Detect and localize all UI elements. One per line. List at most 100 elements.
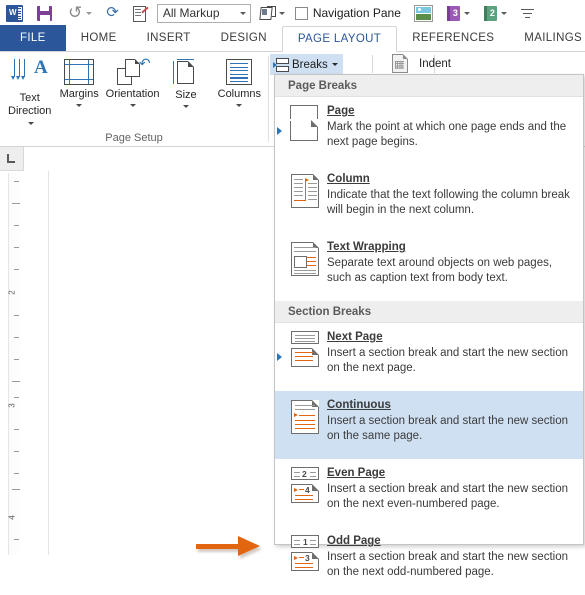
ruler-number-4: 4 bbox=[7, 515, 17, 520]
orientation-icon: ↶ bbox=[116, 56, 151, 85]
navigation-pane-label: Navigation Pane bbox=[312, 6, 401, 20]
breaks-label: Breaks bbox=[292, 58, 328, 71]
size-icon bbox=[172, 59, 200, 86]
size-button[interactable]: Size bbox=[161, 57, 210, 108]
ruler-number-2: 2 bbox=[7, 290, 17, 295]
checkbox-icon[interactable] bbox=[294, 6, 308, 20]
word-logo-icon: W bbox=[3, 2, 26, 24]
indent-label: Indent bbox=[419, 58, 451, 70]
tab-insert[interactable]: INSERT bbox=[132, 25, 206, 51]
tab-page-layout[interactable]: PAGE LAYOUT bbox=[281, 26, 398, 52]
menu-item-column[interactable]: Column Indicate that the text following … bbox=[275, 165, 583, 233]
columns-button[interactable]: Columns bbox=[211, 57, 268, 107]
orange-arrow-icon bbox=[196, 535, 268, 559]
orientation-label: Orientation bbox=[105, 88, 160, 100]
green-book-number: 2 bbox=[489, 8, 495, 18]
even-page-number-bottom: 4 bbox=[305, 485, 310, 495]
margins-button[interactable]: Margins bbox=[54, 57, 103, 107]
menu-item-text-wrapping-desc: Separate text around objects on web page… bbox=[327, 257, 553, 284]
quick-access-toolbar: W ↺ ⟳ All Markup Navigation Pane 3 2 bbox=[0, 0, 585, 26]
page-break-icon bbox=[285, 104, 325, 158]
tab-home[interactable]: HOME bbox=[66, 25, 132, 51]
breaks-dropdown-arrow[interactable] bbox=[331, 63, 338, 66]
odd-page-icon: 1 3 bbox=[285, 534, 325, 588]
page-setup-group-title: Page Setup bbox=[105, 132, 163, 144]
green-book-icon[interactable]: 2 bbox=[481, 2, 510, 24]
margins-icon bbox=[64, 59, 95, 85]
breaks-dropdown-menu[interactable]: Page Breaks Page Mark the point at which… bbox=[274, 74, 584, 578]
tab-stop-selector[interactable] bbox=[0, 147, 24, 171]
even-page-icon: 2 4 bbox=[285, 466, 325, 520]
tab-stop-left-icon bbox=[7, 154, 16, 163]
save-icon[interactable] bbox=[34, 2, 55, 24]
markup-dropdown[interactable]: All Markup bbox=[156, 3, 251, 23]
menu-item-next-page-title: Next Page bbox=[327, 331, 383, 343]
menu-item-page[interactable]: Page Mark the point at which one page en… bbox=[275, 97, 583, 165]
tab-design[interactable]: DESIGN bbox=[206, 25, 282, 51]
text-direction-icon: A bbox=[11, 58, 48, 89]
menu-item-odd-page-title: Odd Page bbox=[327, 535, 381, 547]
tab-mailings[interactable]: MAILINGS bbox=[509, 25, 585, 51]
indent-icon bbox=[392, 54, 410, 74]
menu-item-page-title: Page bbox=[327, 105, 355, 117]
submenu-marker-icon bbox=[277, 353, 282, 361]
text-wrapping-icon bbox=[285, 240, 325, 294]
column-break-icon bbox=[285, 172, 325, 226]
markup-value: All Markup bbox=[162, 6, 220, 20]
menu-item-odd-page[interactable]: 1 3 Odd Page Insert a section break and … bbox=[275, 527, 583, 595]
menu-item-continuous-title: Continuous bbox=[327, 399, 391, 411]
customize-toolbar-icon[interactable] bbox=[518, 2, 537, 24]
next-page-icon bbox=[285, 330, 325, 384]
menu-item-even-page-desc: Insert a section break and start the new… bbox=[327, 483, 568, 510]
orientation-button[interactable]: ↶ Orientation bbox=[104, 56, 161, 107]
group-separator bbox=[268, 56, 269, 142]
menu-item-text-wrapping[interactable]: Text Wrapping Separate text around objec… bbox=[275, 233, 583, 301]
picture-icon[interactable] bbox=[411, 2, 436, 24]
document-page[interactable] bbox=[49, 171, 274, 555]
menu-item-text-wrapping-title: Text Wrapping bbox=[327, 241, 406, 253]
menu-section-header-page-breaks: Page Breaks bbox=[275, 75, 583, 97]
undo-button[interactable]: ↺ bbox=[65, 2, 95, 24]
redo-button[interactable]: ⟳ bbox=[103, 2, 122, 24]
menu-item-next-page[interactable]: Next Page Insert a section break and sta… bbox=[275, 323, 583, 391]
menu-item-continuous[interactable]: Continuous Insert a section break and st… bbox=[275, 391, 583, 459]
purple-book-number: 3 bbox=[452, 8, 458, 18]
tab-file[interactable]: FILE bbox=[0, 25, 66, 51]
margins-dropdown-arrow[interactable] bbox=[76, 104, 83, 107]
submenu-marker-icon bbox=[277, 127, 282, 135]
navigation-pane-checkbox[interactable]: Navigation Pane bbox=[294, 6, 401, 20]
breaks-button[interactable]: Breaks bbox=[270, 54, 343, 75]
menu-item-even-page-title: Even Page bbox=[327, 467, 386, 479]
odd-page-number-top: 1 bbox=[303, 537, 308, 547]
menu-item-column-title: Column bbox=[327, 173, 370, 185]
ribbon-tabs: FILE HOME INSERT DESIGN PAGE LAYOUT REFE… bbox=[0, 25, 585, 52]
columns-dropdown-arrow[interactable] bbox=[236, 104, 243, 107]
ruler-number-3: 3 bbox=[7, 403, 17, 408]
text-direction-label-1: Text bbox=[19, 92, 40, 104]
menu-item-page-desc: Mark the point at which one page ends an… bbox=[327, 121, 567, 148]
track-changes-icon[interactable] bbox=[130, 2, 151, 24]
even-page-number-top: 2 bbox=[302, 469, 307, 479]
page-setup-group: A Text Direction Margins ↶ Orientation S… bbox=[0, 52, 268, 146]
menu-section-header-section-breaks: Section Breaks bbox=[275, 301, 583, 323]
text-direction-label-2: Direction bbox=[8, 105, 52, 117]
show-markup-icon[interactable] bbox=[257, 2, 288, 24]
purple-book-icon[interactable]: 3 bbox=[444, 2, 473, 24]
word-window: W ↺ ⟳ All Markup Navigation Pane 3 2 FIL… bbox=[0, 0, 585, 578]
margins-label: Margins bbox=[59, 88, 99, 100]
page-left-edge bbox=[48, 171, 49, 555]
size-dropdown-arrow[interactable] bbox=[182, 105, 189, 108]
tab-references[interactable]: REFERENCES bbox=[397, 25, 509, 51]
menu-item-continuous-desc: Insert a section break and start the new… bbox=[327, 415, 568, 442]
ribbon-divider-1 bbox=[372, 55, 373, 73]
menu-item-even-page[interactable]: 2 4 Even Page Insert a section break and… bbox=[275, 459, 583, 527]
breaks-icon bbox=[273, 57, 289, 72]
text-direction-button[interactable]: A Text Direction bbox=[5, 57, 54, 131]
menu-item-column-desc: Indicate that the text following the col… bbox=[327, 189, 570, 216]
continuous-icon bbox=[285, 398, 325, 452]
indent-group: Indent bbox=[392, 54, 451, 74]
orientation-dropdown-arrow[interactable] bbox=[129, 104, 136, 107]
vertical-ruler[interactable]: 2 3 4 bbox=[8, 173, 23, 555]
columns-icon bbox=[226, 59, 253, 85]
size-label: Size bbox=[175, 89, 197, 101]
